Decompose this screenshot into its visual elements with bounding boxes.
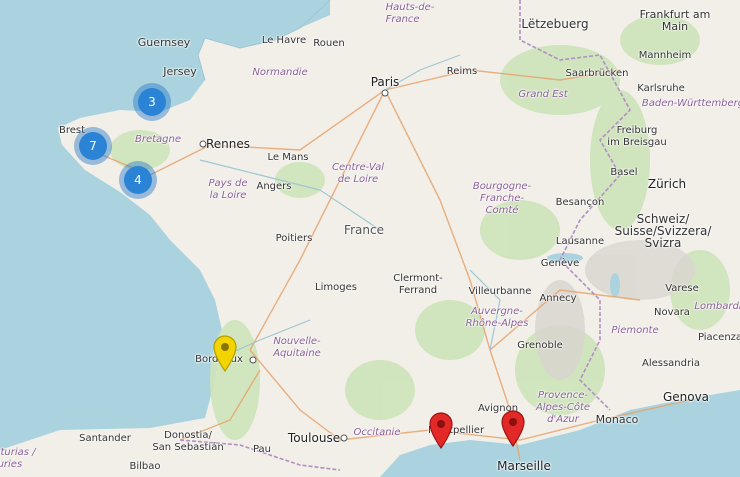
label-paris: Paris: [370, 75, 400, 89]
label-mannheim: Mannheim: [638, 50, 692, 61]
city-dot-bordeaux: [249, 356, 257, 364]
map-pin-icon[interactable]: [428, 411, 454, 449]
label-pau: Pau: [252, 444, 272, 455]
cluster-count: 4: [124, 166, 152, 194]
label-annecy: Annecy: [539, 293, 577, 304]
label-hauts-de-france: Hauts-de- France: [385, 2, 435, 25]
label-asturias: Asturias / sturies: [0, 447, 36, 470]
label-rouen: Rouen: [313, 38, 345, 49]
city-dot-toulouse: [340, 434, 348, 442]
label-auvergne-rhone-alpes: Auvergne- Rhône-Alpes: [465, 306, 529, 329]
label-lombardia: Lombardi: [694, 301, 740, 312]
label-alessandria: Alessandria: [641, 358, 701, 369]
label-novara: Novara: [654, 307, 690, 318]
label-piemonte: Piemonte: [611, 325, 659, 336]
label-grenoble: Grenoble: [517, 340, 563, 351]
label-centre-val-de-loire: Centre-Val de Loire: [332, 162, 384, 185]
cluster-count: 3: [138, 88, 166, 116]
label-limoges: Limoges: [315, 282, 357, 293]
label-santander: Santander: [79, 433, 131, 444]
label-normandie: Normandie: [252, 67, 308, 78]
label-schweiz: Schweiz/ Suisse/Svizzera/ Svizra: [614, 212, 712, 250]
marker-cluster[interactable]: 3: [133, 83, 171, 121]
label-bilbao: Bilbao: [129, 461, 161, 472]
label-donostia: Donostia/ San Sebastián: [152, 430, 224, 453]
label-jersey: Jersey: [163, 65, 197, 78]
label-grand-est: Grand Est: [518, 89, 568, 100]
map-canvas[interactable]: Hauts-de- France Guernsey Jersey Le Havr…: [0, 0, 740, 477]
label-poitiers: Poitiers: [275, 233, 313, 244]
cluster-count: 7: [79, 132, 107, 160]
label-genova: Genova: [662, 390, 710, 404]
label-le-havre: Le Havre: [261, 35, 307, 46]
label-piacenza: Piacenza: [697, 332, 740, 343]
label-saarbrucken: Saarbrücken: [565, 68, 629, 79]
label-frankfurt: Frankfurt am Main: [639, 8, 711, 33]
label-bourgogne: Bourgogne- Franche- Comté: [472, 181, 532, 216]
label-karlsruhe: Karlsruhe: [637, 83, 685, 94]
label-monaco: Monaco: [595, 413, 639, 426]
label-provence-alpes-cote-dazur: Provence- Alpes-Côte d'Azur: [535, 390, 591, 425]
label-basel: Basel: [610, 167, 638, 178]
label-villeurbanne: Villeurbanne: [468, 286, 532, 297]
label-bretagne: Bretagne: [134, 134, 182, 145]
label-besancon: Besançon: [555, 197, 605, 208]
label-france: France: [344, 223, 384, 237]
map-pin-icon[interactable]: [500, 409, 526, 447]
city-dot-rennes: [199, 140, 207, 148]
label-marseille: Marseille: [497, 459, 551, 473]
label-geneve: Genève: [540, 258, 580, 269]
label-clermont-ferrand: Clermont- Ferrand: [393, 273, 443, 296]
marker-cluster[interactable]: 7: [74, 127, 112, 165]
label-baden-wurttemberg: Baden-Württemberg: [641, 98, 740, 109]
label-occitanie: Occitanie: [353, 427, 401, 438]
label-nouvelle-aquitaine: Nouvelle- Aquitaine: [273, 336, 321, 359]
label-angers: Angers: [256, 181, 292, 192]
label-le-mans: Le Mans: [267, 152, 309, 163]
label-rennes: Rennes: [205, 137, 251, 151]
label-toulouse: Toulouse: [287, 431, 341, 445]
marker-cluster[interactable]: 4: [119, 161, 157, 199]
city-dot-paris: [381, 89, 389, 97]
label-varese: Varese: [665, 283, 699, 294]
label-zurich: Zürich: [647, 177, 687, 191]
label-lausanne: Lausanne: [555, 236, 605, 247]
label-guernsey: Guernsey: [137, 36, 191, 49]
label-reims: Reims: [446, 66, 478, 77]
label-freiburg: Freiburg im Breisgau: [607, 125, 667, 148]
label-pays-de-la-loire: Pays de la Loire: [208, 178, 248, 201]
map-pin-icon[interactable]: [212, 334, 238, 372]
label-letzebuerg: Lëtzebuerg: [521, 17, 589, 31]
